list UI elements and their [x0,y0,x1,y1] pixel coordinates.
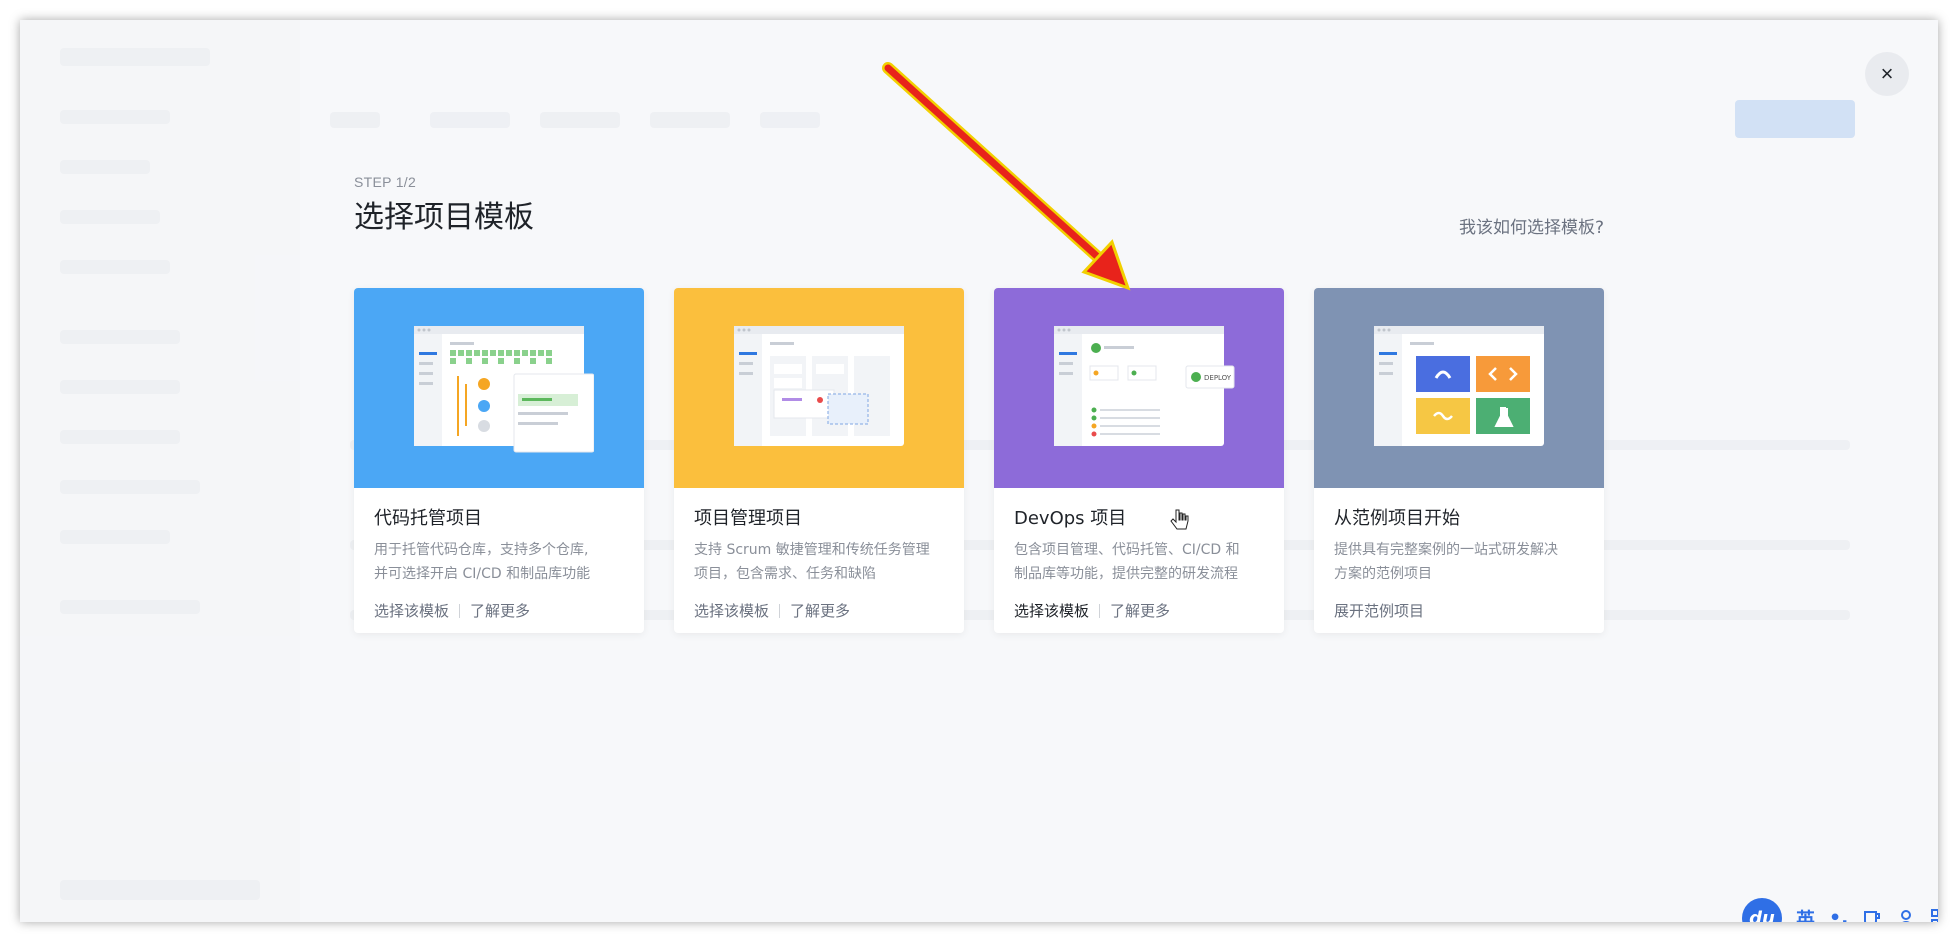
select-template-link[interactable]: 选择该模板 [1014,600,1089,621]
template-description: 提供具有完整案例的一站式研发解决 方案的范例项目 [1334,538,1584,586]
template-name: 从范例项目开始 [1334,508,1460,529]
ime-logo[interactable]: du [1742,898,1782,922]
close-button[interactable]: × [1865,52,1909,96]
description-line: 制品库等功能，提供完整的研发流程 [1014,566,1238,582]
template-card-code-hosting[interactable]: 代码托管项目 用于托管代码仓库，支持多个仓库, 并可选择开启 CI/CD 和制品… [354,288,644,633]
learn-more-link[interactable]: 了解更多 [1110,600,1170,621]
template-illustration [354,288,644,488]
hand-cursor-icon [1170,509,1189,530]
ime-punctuation-toggle[interactable]: •, [1829,907,1848,922]
deploy-badge-text: DEPLOY [1204,374,1232,382]
card-actions: 选择该模板 了解更多 [1014,600,1264,621]
template-list: 代码托管项目 用于托管代码仓库，支持多个仓库, 并可选择开启 CI/CD 和制品… [354,288,1604,633]
description-line: 支持 Scrum 敏捷管理和传统任务管理 [694,542,930,558]
template-illustration [1314,288,1604,488]
divider [1099,603,1101,618]
template-name: 项目管理项目 [694,508,802,529]
ime-toolbar: du 英 •, [1742,898,1938,922]
learn-more-link[interactable]: 了解更多 [790,600,850,621]
description-line: 用于托管代码仓库，支持多个仓库, [374,542,589,558]
sample-project-illustration [1374,326,1544,446]
kanban-illustration [734,326,904,446]
divider [779,603,781,618]
template-card-devops[interactable]: DEPLOY DevOps 项目 包含项目管理、代码托管、CI/CD 和 制品库… [994,288,1284,633]
page-title: 选择项目模板 [354,200,534,235]
template-card-project-management[interactable]: 项目管理项目 支持 Scrum 敏捷管理和传统任务管理 项目，包含需求、任务和缺… [674,288,964,633]
template-description: 支持 Scrum 敏捷管理和传统任务管理 项目，包含需求、任务和缺陷 [694,538,944,586]
expand-samples-link[interactable]: 展开范例项目 [1334,600,1424,621]
template-name: 代码托管项目 [374,508,482,529]
description-line: 包含项目管理、代码托管、CI/CD 和 [1014,542,1240,558]
close-icon: × [1880,61,1894,86]
code-repo-illustration [414,326,594,453]
background-sidebar [20,20,300,922]
card-actions: 选择该模板 了解更多 [694,600,944,621]
learn-more-link[interactable]: 了解更多 [470,600,530,621]
description-line: 提供具有完整案例的一站式研发解决 [1334,542,1558,558]
template-illustration [674,288,964,488]
ime-cup-icon[interactable] [1862,908,1882,922]
help-link[interactable]: 我该如何选择模板? [1459,213,1604,238]
description-line: 并可选择开启 CI/CD 和制品库功能 [374,566,591,582]
devops-illustration: DEPLOY [1054,326,1235,446]
select-template-link[interactable]: 选择该模板 [694,600,769,621]
template-description: 用于托管代码仓库，支持多个仓库, 并可选择开启 CI/CD 和制品库功能 [374,538,624,586]
step-indicator: STEP 1/2 [354,174,417,190]
template-illustration: DEPLOY [994,288,1284,488]
template-description: 包含项目管理、代码托管、CI/CD 和 制品库等功能，提供完整的研发流程 [1014,538,1264,586]
app-window: × STEP 1/2 选择项目模板 我该如何选择模板? 代码托管项目 用于托管代… [20,20,1938,922]
description-line: 方案的范例项目 [1334,566,1432,582]
card-actions: 选择该模板 了解更多 [374,600,624,621]
template-card-sample-project[interactable]: 从范例项目开始 提供具有完整案例的一站式研发解决 方案的范例项目 展开范例项目 [1314,288,1604,633]
ime-grid-icon[interactable] [1930,908,1938,922]
card-actions: 展开范例项目 [1334,600,1584,621]
ime-user-icon[interactable] [1896,908,1916,922]
ime-language-toggle[interactable]: 英 [1796,905,1815,923]
select-template-link[interactable]: 选择该模板 [374,600,449,621]
divider [459,603,461,618]
description-line: 项目，包含需求、任务和缺陷 [694,566,876,582]
template-name: DevOps 项目 [1014,508,1127,529]
